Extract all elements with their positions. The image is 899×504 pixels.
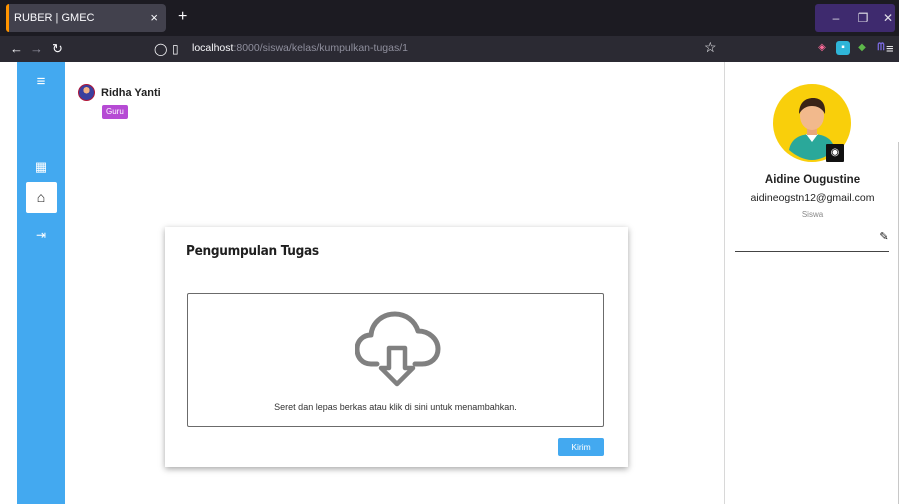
- logout-icon[interactable]: ⇥: [17, 227, 65, 243]
- profile-name: Aidine Ougustine: [764, 174, 861, 186]
- app-main: ≡ ▦ ⌂ ⇥ Ridha Yanti Guru Pengumpulan Tug…: [0, 62, 899, 504]
- minimize-icon[interactable]: –: [826, 8, 846, 28]
- dropzone-text: Seret dan lepas berkas atau klik di sini…: [274, 402, 517, 412]
- submission-card: Pengumpulan Tugas Seret dan lepas berkas…: [165, 227, 628, 467]
- home-icon[interactable]: ⌂: [17, 189, 65, 205]
- maximize-icon[interactable]: ❐: [853, 8, 873, 28]
- profile-role: Siswa: [801, 210, 824, 219]
- url-path: :8000/siswa/kelas/kumpulkan-tugas/1: [233, 42, 408, 54]
- teacher-avatar: [78, 84, 95, 101]
- role-badge: Guru: [102, 105, 128, 119]
- browser-nav-bar: ← → ↻ ◯ ▯ localhost:8000/siswa/kelas/kum…: [0, 36, 899, 62]
- edit-profile-icon[interactable]: ✎: [877, 230, 891, 244]
- profile-divider: [735, 251, 889, 252]
- submit-button[interactable]: Kirim: [558, 438, 604, 456]
- tracking-shield-icon[interactable]: ◯: [154, 40, 167, 58]
- extension-icon[interactable]: ▪: [836, 41, 850, 55]
- camera-icon[interactable]: ◉: [826, 144, 844, 162]
- profile-panel: ◉ Aidine Ougustine aidineogstn12@gmail.c…: [724, 62, 899, 504]
- extension-leaf-icon[interactable]: ◆: [855, 41, 869, 55]
- pocket-icon[interactable]: ◈: [815, 41, 829, 55]
- tab-close-icon[interactable]: ×: [150, 10, 158, 26]
- back-arrow-icon[interactable]: ←: [10, 40, 23, 58]
- sidebar: ≡ ▦ ⌂ ⇥: [17, 62, 65, 504]
- address-bar[interactable]: localhost:8000/siswa/kelas/kumpulkan-tug…: [192, 42, 408, 54]
- browser-menu-icon[interactable]: ≡: [886, 40, 894, 58]
- browser-tab-bar: RUBER | GMEC × + – ❐ ✕: [0, 0, 899, 36]
- reload-icon[interactable]: ↻: [52, 40, 63, 58]
- dashboard-icon[interactable]: ▦: [17, 159, 65, 175]
- teacher-name: Ridha Yanti: [101, 87, 161, 99]
- close-window-icon[interactable]: ✕: [878, 8, 898, 28]
- hamburger-icon[interactable]: ≡: [17, 74, 65, 90]
- cloud-upload-icon: [355, 311, 441, 387]
- tab-title: RUBER | GMEC: [14, 12, 95, 24]
- file-dropzone[interactable]: Seret dan lepas berkas atau klik di sini…: [187, 293, 604, 427]
- profile-email: aidineogstn12@gmail.com: [750, 192, 875, 204]
- url-host: localhost: [192, 42, 234, 54]
- new-tab-button[interactable]: +: [178, 8, 187, 26]
- card-title: Pengumpulan Tugas: [186, 243, 319, 259]
- bookmark-star-icon[interactable]: ☆: [704, 39, 717, 56]
- browser-tab[interactable]: RUBER | GMEC ×: [6, 4, 166, 32]
- tab-active-indicator: [6, 4, 9, 32]
- page-info-icon[interactable]: ▯: [172, 40, 179, 58]
- forward-arrow-icon[interactable]: →: [30, 40, 43, 58]
